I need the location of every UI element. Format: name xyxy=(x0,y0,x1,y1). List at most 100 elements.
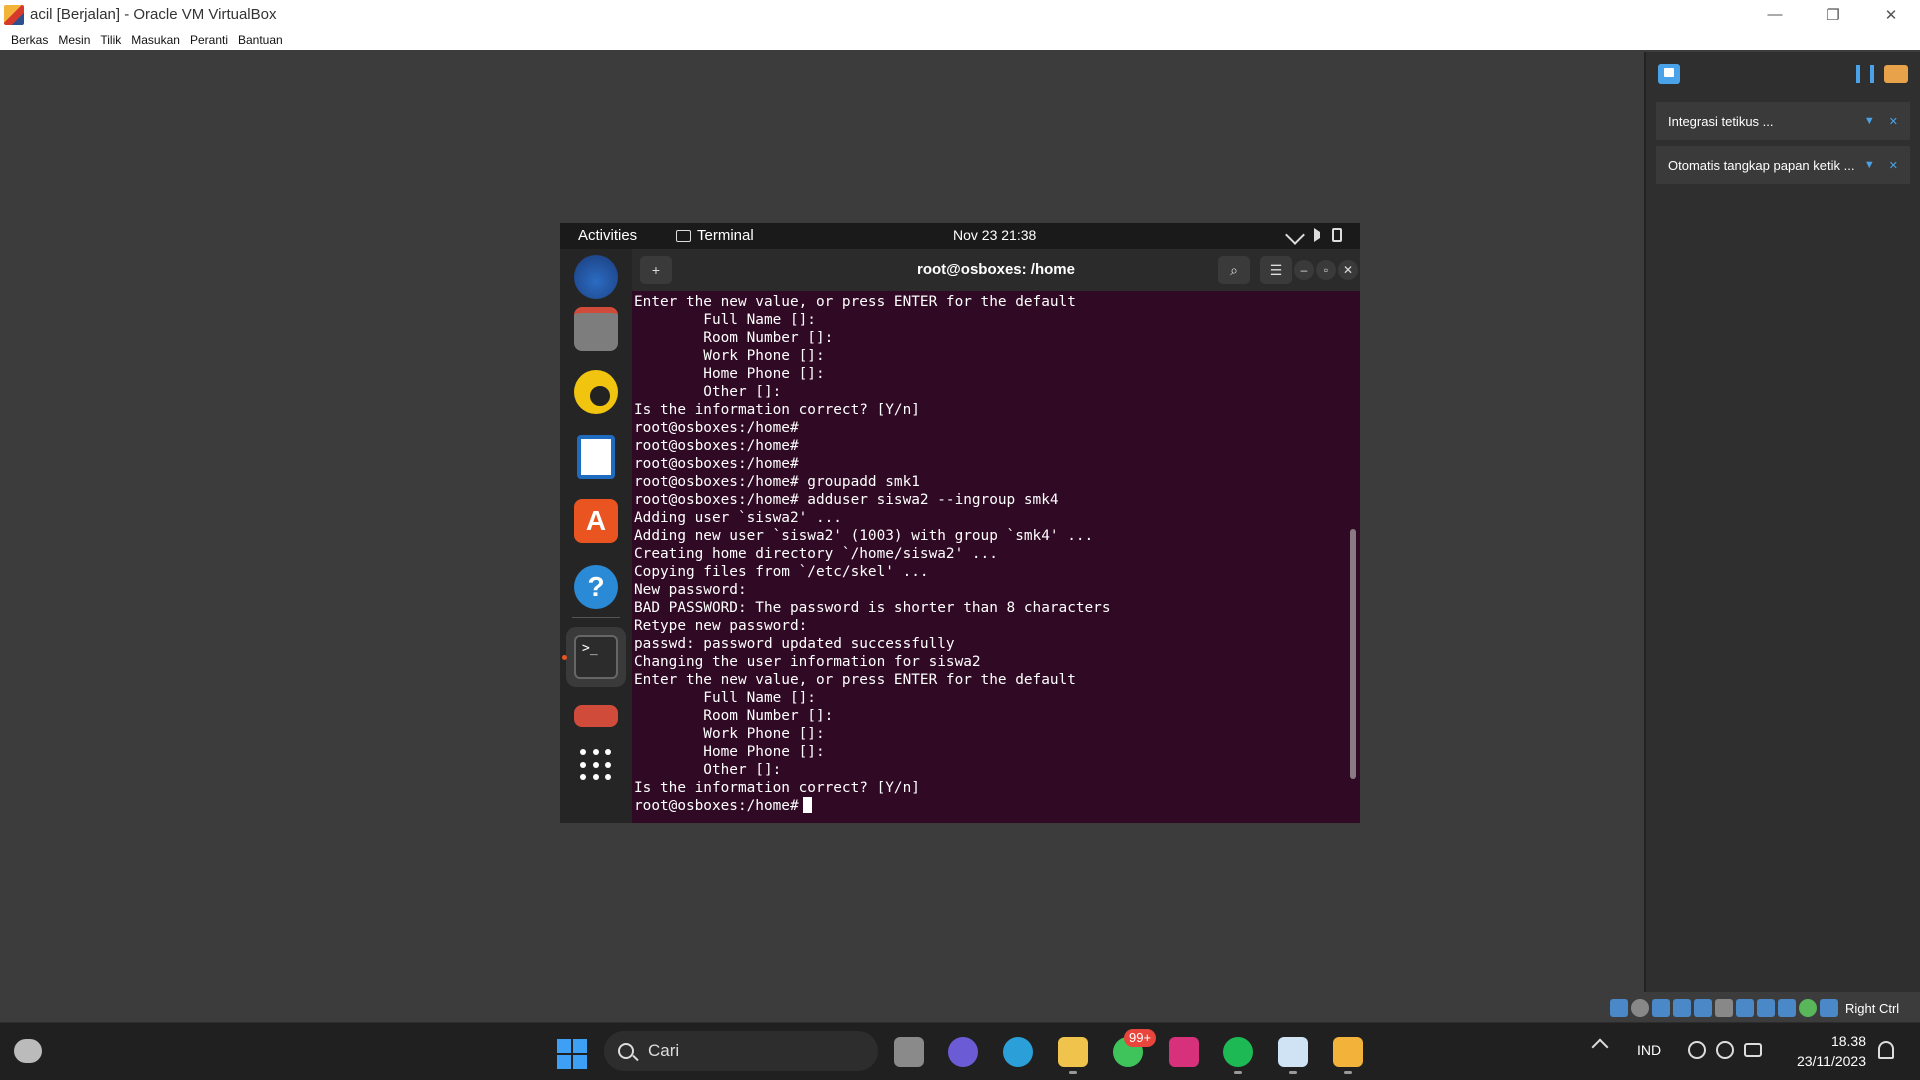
mouse-integration-status-icon[interactable] xyxy=(1799,999,1817,1017)
files-icon[interactable] xyxy=(574,307,618,351)
terminal-line: root@osboxes:/home# xyxy=(634,420,799,436)
terminal-close-button[interactable]: ✕ xyxy=(1338,260,1358,280)
file-explorer-icon[interactable] xyxy=(1058,1037,1088,1067)
terminal-prompt-line[interactable]: root@osboxes:/home# xyxy=(634,797,1346,815)
audio-status-icon[interactable] xyxy=(1652,999,1670,1017)
guest-screen[interactable]: Activities Terminal Nov 23 21:38 A ? >_ … xyxy=(560,223,1360,823)
terminal-line: Other []: xyxy=(634,384,782,400)
thunderbird-icon[interactable] xyxy=(574,255,618,299)
app-menu-label: Terminal xyxy=(697,227,754,244)
quick-settings[interactable] xyxy=(1688,1041,1762,1059)
running-indicator xyxy=(1289,1071,1297,1074)
volume-icon xyxy=(1314,228,1320,242)
instagram-icon[interactable] xyxy=(1169,1037,1199,1067)
terminal-line: Work Phone []: xyxy=(634,726,825,742)
menu-tilik[interactable]: Tilik xyxy=(100,33,121,47)
teams-chat-icon[interactable] xyxy=(948,1037,978,1067)
expand-icon[interactable]: ▼ xyxy=(1864,115,1875,128)
hamburger-icon: ☰ xyxy=(1269,262,1283,278)
shared-folders-status-icon[interactable] xyxy=(1715,999,1733,1017)
taskbar: Cari 99+ IND 18.38 23/11/2023 xyxy=(0,1022,1920,1080)
notification-text: Integrasi tetikus ... xyxy=(1668,113,1774,129)
notification-keyboard-capture[interactable]: Otomatis tangkap papan ketik ... ▼ ✕ xyxy=(1656,146,1910,184)
keyboard-status-icon[interactable] xyxy=(1820,999,1838,1017)
minimize-button[interactable]: — xyxy=(1746,0,1804,29)
network-status-icon[interactable] xyxy=(1673,999,1691,1017)
gnome-top-bar: Activities Terminal Nov 23 21:38 xyxy=(560,223,1360,249)
clock[interactable]: Nov 23 21:38 xyxy=(953,227,1036,243)
help-icon[interactable]: ? xyxy=(574,565,618,609)
terminal-output[interactable]: Enter the new value, or press ENTER for … xyxy=(634,293,1346,821)
taskbar-search[interactable]: Cari xyxy=(604,1031,878,1071)
keyboard-capture-icon[interactable] xyxy=(1884,65,1908,83)
menu-bantuan[interactable]: Bantuan xyxy=(238,33,283,47)
battery-icon xyxy=(1744,1043,1762,1057)
terminal-line: Enter the new value, or press ENTER for … xyxy=(634,294,1076,310)
search-icon: ⌕ xyxy=(1230,262,1238,278)
menu-mesin[interactable]: Mesin xyxy=(58,33,90,47)
notifications-bell-icon[interactable] xyxy=(1878,1041,1894,1059)
volume-icon xyxy=(1716,1041,1734,1059)
taskbar-clock[interactable]: 18.38 23/11/2023 xyxy=(1780,1031,1866,1071)
virtualbox-manager-icon[interactable] xyxy=(1278,1037,1308,1067)
notification-panel: Integrasi tetikus ... ▼ ✕ Otomatis tangk… xyxy=(1644,52,1920,992)
host-key-label: Right Ctrl xyxy=(1845,1000,1900,1016)
vm-status-bar: Right Ctrl xyxy=(1610,997,1899,1019)
libreoffice-writer-icon[interactable] xyxy=(577,435,615,479)
clock-time: 18.38 xyxy=(1830,1033,1866,1049)
running-indicator xyxy=(1344,1071,1352,1074)
restore-button[interactable]: ❐ xyxy=(1804,0,1862,29)
spotify-icon[interactable] xyxy=(1223,1037,1253,1067)
clock-date: 23/11/2023 xyxy=(1796,1053,1866,1069)
weather-widget-icon[interactable] xyxy=(14,1039,42,1063)
language-indicator[interactable]: IND xyxy=(1637,1042,1661,1058)
terminal-minimize-button[interactable]: – xyxy=(1294,260,1314,280)
host-title-bar: acil [Berjalan] - Oracle VM VirtualBox —… xyxy=(0,0,1920,29)
terminal-header-bar: + root@osboxes: /home ⌕ ☰ – ▫ ✕ xyxy=(632,249,1360,291)
menu-masukan[interactable]: Masukan xyxy=(131,33,180,47)
show-hidden-icons-icon[interactable] xyxy=(1591,1038,1609,1056)
terminal-line: New password: xyxy=(634,582,747,598)
sort-icon[interactable] xyxy=(1856,65,1874,83)
terminal-line: Retype new password: xyxy=(634,618,808,634)
rhythmbox-icon[interactable] xyxy=(574,370,618,414)
window-title: acil [Berjalan] - Oracle VM VirtualBox xyxy=(30,6,277,23)
menu-bar: Berkas Mesin Tilik Masukan Peranti Bantu… xyxy=(0,29,1920,50)
notification-center-icon[interactable] xyxy=(1658,64,1680,84)
terminal-line: root@osboxes:/home# xyxy=(634,438,799,454)
menu-peranti[interactable]: Peranti xyxy=(190,33,228,47)
terminal-line: Other []: xyxy=(634,762,782,778)
terminal-window[interactable]: + root@osboxes: /home ⌕ ☰ – ▫ ✕ Enter th… xyxy=(632,249,1360,823)
running-indicator xyxy=(562,655,567,660)
terminal-scrollbar[interactable] xyxy=(1350,529,1356,779)
show-desktop-icon[interactable] xyxy=(574,705,618,727)
close-button[interactable]: ✕ xyxy=(1862,0,1920,29)
display-status-icon[interactable] xyxy=(1736,999,1754,1017)
terminal-icon[interactable]: >_ xyxy=(574,635,618,679)
terminal-line: Is the information correct? [Y/n] xyxy=(634,780,920,796)
harddisk-status-icon[interactable] xyxy=(1610,999,1628,1017)
optical-drive-status-icon[interactable] xyxy=(1631,999,1649,1017)
vt-x-status-icon[interactable] xyxy=(1778,999,1796,1017)
task-view-icon[interactable] xyxy=(894,1037,924,1067)
close-icon[interactable]: ✕ xyxy=(1889,159,1898,172)
recording-status-icon[interactable] xyxy=(1757,999,1775,1017)
edge-icon[interactable] xyxy=(1003,1037,1033,1067)
virtualbox-vm-icon[interactable] xyxy=(1333,1037,1363,1067)
battery-icon xyxy=(1332,228,1342,242)
system-tray[interactable] xyxy=(1285,225,1342,245)
terminal-prompt: root@osboxes:/home# xyxy=(634,798,799,814)
expand-icon[interactable]: ▼ xyxy=(1864,159,1875,172)
app-grid-icon[interactable] xyxy=(580,749,612,781)
notification-mouse-integration[interactable]: Integrasi tetikus ... ▼ ✕ xyxy=(1656,102,1910,140)
activities-button[interactable]: Activities xyxy=(578,227,637,244)
terminal-maximize-button[interactable]: ▫ xyxy=(1316,260,1336,280)
ubuntu-software-icon[interactable]: A xyxy=(574,499,618,543)
start-button[interactable] xyxy=(557,1039,587,1069)
close-icon[interactable]: ✕ xyxy=(1889,115,1898,128)
usb-status-icon[interactable] xyxy=(1694,999,1712,1017)
search-button[interactable]: ⌕ xyxy=(1218,256,1250,284)
app-menu[interactable]: Terminal xyxy=(676,227,754,244)
menu-berkas[interactable]: Berkas xyxy=(11,33,48,47)
menu-button[interactable]: ☰ xyxy=(1260,256,1292,284)
